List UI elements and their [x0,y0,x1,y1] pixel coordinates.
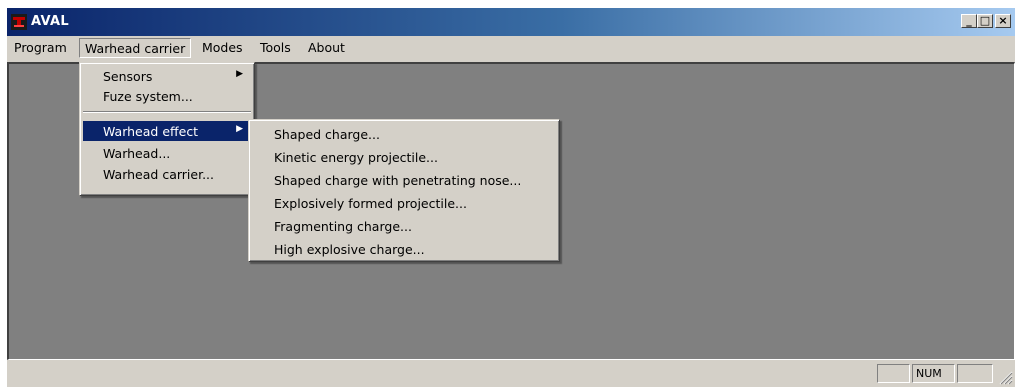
aval-app-icon [11,14,27,30]
status-pane-num: NUM [912,364,955,383]
warhead-effect-submenu: Shaped charge... Kinetic energy projecti… [248,119,560,262]
triangle-right-icon: ▶ [236,69,243,79]
menu-item-label: Warhead... [103,146,171,161]
submenu-item-kinetic-energy-projectile[interactable]: Kinetic energy projectile... [252,147,556,167]
submenu-item-explosively-formed-projectile[interactable]: Explosively formed projectile... [252,193,556,213]
triangle-right-icon: ▶ [236,124,243,134]
menu-item-warhead-carrier[interactable]: Warhead carrier... [83,164,251,184]
menu-bar: Program Warhead carrier Modes Tools Abou… [7,36,1015,58]
menu-item-warhead[interactable]: Warhead... [83,143,251,163]
menu-item-sensors[interactable]: Sensors ▶ [83,66,251,86]
menu-item-fuze-system[interactable]: Fuze system... [83,86,251,106]
status-pane-caps [877,364,910,383]
menu-item-label: Sensors [103,69,153,84]
resize-grip-icon[interactable] [997,369,1013,385]
maximize-button[interactable]: □ [977,14,993,28]
menu-tools[interactable]: Tools [255,39,296,57]
menu-program[interactable]: Program [9,39,72,57]
menu-item-warhead-effect[interactable]: Warhead effect ▶ [83,121,251,141]
menu-item-label: Warhead effect [103,124,199,139]
submenu-item-high-explosive-charge[interactable]: High explosive charge... [252,239,556,259]
menu-about[interactable]: About [303,39,350,57]
menu-modes[interactable]: Modes [197,39,248,57]
minimize-button[interactable]: _ [961,14,977,28]
submenu-item-shaped-charge[interactable]: Shaped charge... [252,124,556,144]
warhead-carrier-menu: Sensors ▶ Fuze system... Warhead effect … [79,62,255,196]
menu-item-label: Warhead carrier... [103,167,214,182]
window-title: AVAL [31,14,69,29]
menu-separator [83,111,251,113]
submenu-item-shaped-charge-penetrating-nose[interactable]: Shaped charge with penetrating nose... [252,170,556,190]
close-button[interactable]: × [995,14,1011,28]
status-pane-scroll [957,364,993,383]
menu-item-label: Fuze system... [103,89,193,104]
submenu-item-fragmenting-charge[interactable]: Fragmenting charge... [252,216,556,236]
status-bar: NUM [7,361,1015,387]
title-bar[interactable]: AVAL _ □ × [7,8,1015,36]
menu-warhead-carrier[interactable]: Warhead carrier [79,38,192,58]
